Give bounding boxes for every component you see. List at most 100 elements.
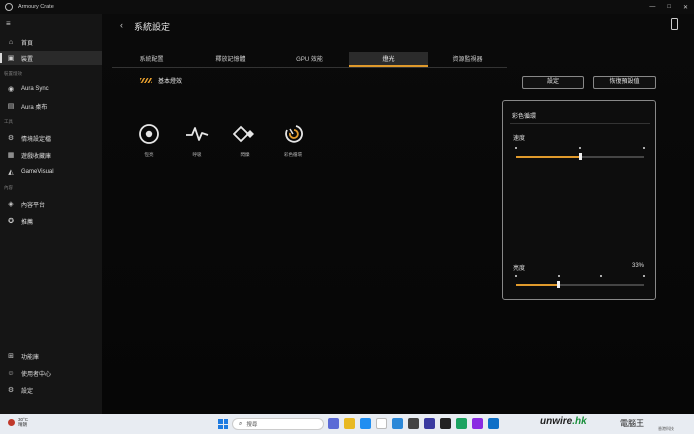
- sidebar-item-aura-sync[interactable]: ◉ Aura Sync: [0, 82, 102, 96]
- sidebar-item-label: 推薦: [21, 219, 34, 226]
- slider-tick-dot: [557, 275, 560, 277]
- tab-resource-monitor[interactable]: 資源監視器: [428, 52, 507, 67]
- minimize-icon[interactable]: —: [649, 4, 655, 10]
- section-basic-effects: 基本燈效: [140, 76, 182, 85]
- watermark-sub-text: 香港科技: [658, 426, 674, 431]
- sidebar-item-scenario-profiles[interactable]: ⚙ 情境設定檔: [0, 131, 102, 145]
- speed-slider-thumb[interactable]: [578, 153, 582, 160]
- slider-tick-dot: [579, 147, 581, 149]
- brightness-slider-fill: [516, 284, 559, 286]
- aura-wallpaper-icon: ▤: [7, 103, 15, 110]
- edge-icon[interactable]: [360, 418, 371, 429]
- setting-button[interactable]: 設定: [522, 76, 584, 89]
- tab-lighting[interactable]: 燈光: [349, 52, 428, 67]
- hamburger-menu-icon[interactable]: ≡: [6, 19, 11, 28]
- sidebar: ≡ ⌂ 首頁 ▣ 裝置 裝置燈效 ◉ Aura Sync ▤ Aura 桌布 工…: [0, 14, 102, 414]
- color-cycle-settings-panel: 彩色循環 速度 亮度 33%: [502, 100, 656, 300]
- speed-slider-fill: [516, 156, 580, 158]
- slider-tick-dot: [600, 275, 603, 277]
- tab-gpu-performance[interactable]: GPU 效能: [270, 52, 349, 67]
- windows-taskbar: 30°C 晴朗 ⌕ 搜尋 unwire.hk 電腦王 香港科技: [0, 414, 694, 434]
- sidebar-section-content: 內容: [4, 185, 13, 190]
- brightness-slider[interactable]: [516, 281, 644, 288]
- close-icon[interactable]: ✕: [683, 4, 688, 11]
- chrome-icon[interactable]: [376, 418, 387, 429]
- sidebar-item-home[interactable]: ⌂ 首頁: [0, 35, 102, 49]
- sidebar-section-tools: 工具: [4, 119, 13, 124]
- maximize-icon[interactable]: □: [667, 4, 671, 10]
- search-placeholder: 搜尋: [246, 422, 258, 428]
- user-center-icon: ☺: [7, 369, 15, 377]
- weather-widget[interactable]: 30°C 晴朗: [8, 417, 28, 427]
- section-title: 基本燈效: [158, 79, 183, 85]
- effect-label: 呼吸: [192, 152, 202, 157]
- title-bar: Armoury Crate — □ ✕: [0, 0, 694, 14]
- sidebar-item-content-platform[interactable]: ◈ 內容平台: [0, 197, 102, 211]
- sidebar-item-game-library[interactable]: ▦ 遊戲收藏庫: [0, 148, 102, 162]
- weather-desc: 晴朗: [18, 422, 27, 427]
- slider-tick-dot: [515, 275, 517, 277]
- app-title: Armoury Crate: [18, 4, 54, 10]
- app-icon[interactable]: [472, 418, 483, 429]
- color-cycle-icon: [281, 122, 305, 146]
- mobile-phone-icon[interactable]: [671, 18, 678, 30]
- slider-tick-dot: [643, 147, 645, 149]
- store-icon[interactable]: [392, 418, 403, 429]
- sidebar-item-device[interactable]: ▣ 裝置: [0, 51, 102, 65]
- strobe-icon: [233, 122, 257, 146]
- sidebar-item-label: 內容平台: [21, 202, 46, 209]
- sidebar-section-lighting: 裝置燈效: [4, 71, 22, 76]
- taskbar-search-box[interactable]: ⌕ 搜尋: [232, 418, 324, 430]
- static-icon: [137, 122, 161, 146]
- sidebar-item-feature-library[interactable]: ⊞ 功能庫: [0, 349, 102, 363]
- effect-color-cycle[interactable]: 彩色循環: [280, 122, 306, 158]
- scenario-profile-icon: ⚙: [7, 135, 15, 142]
- tab-system-config[interactable]: 系統配置: [112, 52, 191, 67]
- sidebar-item-aura-wallpaper[interactable]: ▤ Aura 桌布: [0, 99, 102, 113]
- effect-breathing[interactable]: 呼吸: [184, 122, 210, 158]
- effect-strobe[interactable]: 閃爍: [232, 122, 258, 158]
- sidebar-item-label: 情境設定檔: [21, 136, 52, 143]
- file-explorer-icon[interactable]: [344, 418, 355, 429]
- windows-start-icon[interactable]: [218, 419, 228, 429]
- effect-static[interactable]: 恆亮: [136, 122, 162, 158]
- game-library-icon: ▦: [7, 152, 15, 159]
- sidebar-item-label: 設定: [21, 388, 34, 395]
- sidebar-item-gamevisual[interactable]: ◭ GameVisual: [0, 165, 102, 179]
- content-platform-icon: ◈: [8, 201, 14, 208]
- armoury-crate-taskbar-icon[interactable]: [440, 418, 451, 429]
- speed-slider[interactable]: [516, 153, 644, 160]
- device-icon: ▣: [7, 55, 15, 62]
- slider-tick-dot: [515, 147, 517, 149]
- sidebar-item-user-center[interactable]: ☺ 使用者中心: [0, 366, 102, 380]
- unwire-watermark-logo: unwire.hk: [540, 416, 587, 427]
- brightness-label: 亮度: [513, 266, 526, 272]
- armoury-crate-logo-icon: [5, 3, 13, 11]
- tab-free-memory[interactable]: 釋放記憶體: [191, 52, 270, 67]
- sidebar-item-settings[interactable]: ⚙ 設定: [0, 383, 102, 397]
- window-controls: — □ ✕: [649, 0, 688, 14]
- sidebar-item-label: 首頁: [21, 40, 34, 47]
- slider-tick-dot: [643, 275, 645, 277]
- app-icon[interactable]: [408, 418, 419, 429]
- breathing-icon: [185, 122, 209, 146]
- speed-label: 速度: [513, 136, 526, 142]
- app-icon[interactable]: [424, 418, 435, 429]
- back-chevron-icon[interactable]: ‹: [120, 20, 123, 30]
- effect-label: 恆亮: [144, 152, 154, 157]
- sidebar-item-label: 功能庫: [21, 354, 40, 361]
- feature-library-icon: ⊞: [8, 353, 14, 360]
- app-icon[interactable]: [488, 418, 499, 429]
- sidebar-item-label: Aura Sync: [21, 86, 49, 92]
- xbox-icon[interactable]: [456, 418, 467, 429]
- effect-label: 閃爍: [240, 152, 250, 157]
- sidebar-item-recommend[interactable]: ✪ 推薦: [0, 214, 102, 228]
- restore-defaults-button[interactable]: 恢復預設值: [593, 76, 656, 89]
- section-stripes-icon: [140, 78, 152, 83]
- sidebar-item-label: 遊戲收藏庫: [21, 153, 52, 160]
- sidebar-item-label: 使用者中心: [21, 371, 52, 378]
- brightness-slider-thumb[interactable]: [556, 281, 560, 288]
- task-view-icon[interactable]: [328, 418, 339, 429]
- brightness-value: 33%: [631, 263, 644, 269]
- sidebar-item-label: 裝置: [21, 56, 34, 63]
